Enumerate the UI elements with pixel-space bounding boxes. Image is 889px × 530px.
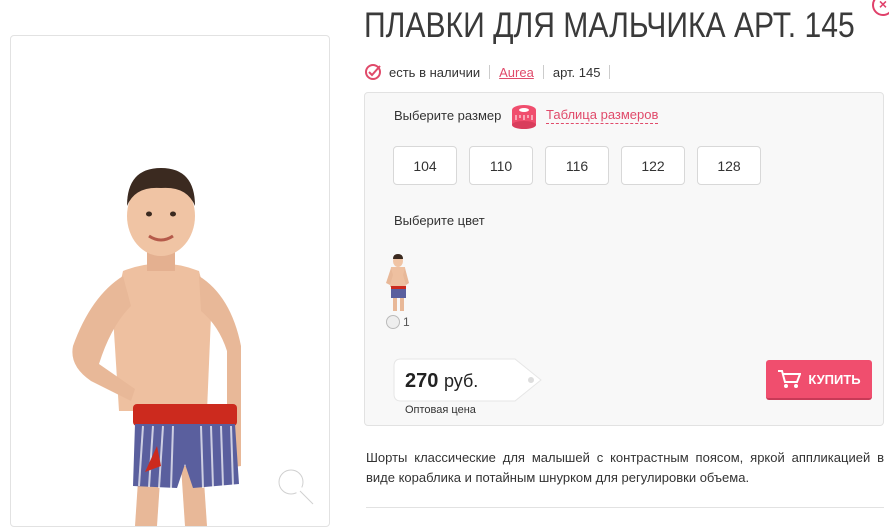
cart-icon xyxy=(778,370,802,388)
product-meta: есть в наличии Aurea арт. 145 xyxy=(364,62,619,82)
size-option-110[interactable]: 110 xyxy=(469,146,533,185)
price-amount: 270 xyxy=(405,370,439,392)
color-option-label: 1 xyxy=(403,315,410,329)
buy-button[interactable]: КУПИТЬ xyxy=(766,360,872,400)
size-table-link[interactable]: Таблица размеров xyxy=(546,107,659,124)
size-option-128[interactable]: 128 xyxy=(697,146,761,185)
close-icon[interactable]: × xyxy=(872,0,889,16)
color-label: Выберите цвет xyxy=(394,213,485,228)
product-description: Шорты классические для малышей с контрас… xyxy=(366,450,884,485)
page-title: ПЛАВКИ ДЛЯ МАЛЬЧИКА АРТ. 145 xyxy=(364,6,855,45)
color-swatch-thumbnail[interactable] xyxy=(384,253,412,313)
size-selector: 104 110 116 122 128 xyxy=(393,146,761,185)
product-image-box[interactable] xyxy=(10,35,330,527)
check-circle-icon xyxy=(365,64,381,80)
divider xyxy=(366,507,884,508)
price-currency: руб. xyxy=(443,371,479,391)
divider xyxy=(542,65,544,79)
magnifier-icon[interactable] xyxy=(273,464,319,510)
article-number: арт. 145 xyxy=(552,64,601,80)
size-option-104[interactable]: 104 xyxy=(393,146,457,185)
color-radio[interactable] xyxy=(386,315,400,329)
divider xyxy=(609,65,611,79)
measuring-tape-icon[interactable] xyxy=(510,102,538,130)
price-tag: 270 руб. xyxy=(393,358,543,402)
price-note: Оптовая цена xyxy=(405,404,476,416)
price-value: 270 руб. xyxy=(405,370,478,393)
buy-button-label: КУПИТЬ xyxy=(808,371,861,387)
divider xyxy=(489,65,491,79)
size-option-116[interactable]: 116 xyxy=(545,146,609,185)
availability-status: есть в наличии xyxy=(389,64,481,80)
size-option-122[interactable]: 122 xyxy=(621,146,685,185)
brand-link[interactable]: Aurea xyxy=(499,65,534,80)
product-options-panel: Выберите размер Таблица размеров 104 110… xyxy=(364,92,884,426)
product-photo[interactable] xyxy=(61,146,261,526)
size-label: Выберите размер xyxy=(394,108,502,123)
